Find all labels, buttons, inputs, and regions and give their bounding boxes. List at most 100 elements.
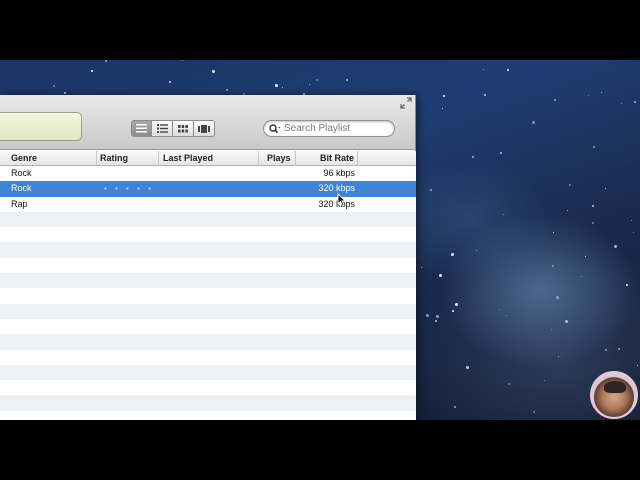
star: [53, 84, 56, 87]
star: [426, 313, 430, 317]
empty-row: [0, 211, 416, 228]
star: [281, 87, 283, 89]
star: [309, 83, 311, 85]
genre-cell: Rock: [11, 168, 32, 178]
lcd-display[interactable]: [0, 112, 82, 141]
star: [580, 275, 582, 277]
star: [169, 80, 172, 83]
column-header-last-played[interactable]: Last Played: [159, 151, 259, 166]
cover-flow-icon: [198, 124, 210, 133]
star: [421, 267, 423, 269]
star: [483, 94, 486, 97]
star: [471, 156, 474, 159]
star: [63, 91, 66, 94]
star: [551, 265, 554, 268]
star: [604, 188, 606, 190]
star: [531, 120, 535, 124]
list-view-button[interactable]: [131, 120, 152, 137]
star: [554, 98, 557, 101]
column-header-genre[interactable]: Genre: [7, 151, 97, 166]
star: [499, 309, 501, 311]
empty-row: [0, 334, 416, 350]
empty-row: [0, 242, 416, 258]
user-avatar: [590, 371, 638, 419]
star: [630, 220, 632, 222]
grid-view-icon: [178, 124, 188, 132]
star: [544, 380, 546, 381]
empty-row: [0, 349, 416, 365]
star: [466, 366, 470, 370]
bit-rate-cell: 96 kbps: [323, 168, 355, 178]
star: [430, 188, 433, 191]
star: [450, 253, 454, 257]
star: [634, 101, 637, 104]
column-header-bit-rate[interactable]: Bit Rate: [296, 151, 358, 166]
empty-row: [0, 380, 416, 396]
star: [591, 221, 594, 224]
track-list: Rock 96 kbps Rock • • • • • 320 kbps Rap…: [0, 166, 416, 427]
star: [500, 151, 503, 154]
empty-row: [0, 318, 416, 335]
star: [506, 68, 509, 71]
star: [181, 60, 183, 61]
star: [618, 347, 621, 350]
column-header-plays[interactable]: Plays: [259, 151, 296, 166]
search-icon: [269, 123, 281, 133]
star: [564, 319, 568, 323]
track-row-selected[interactable]: Rock • • • • • 320 kbps: [0, 181, 416, 197]
grid-view-button[interactable]: [173, 120, 194, 137]
star: [435, 320, 438, 323]
search-input[interactable]: [284, 121, 384, 136]
star: [454, 302, 458, 306]
track-row[interactable]: Rock 96 kbps: [0, 166, 416, 182]
star: [558, 356, 560, 358]
star: [592, 145, 595, 148]
view-mode-segment: [131, 120, 215, 137]
list-view-icon: [136, 124, 147, 133]
star: [453, 406, 456, 409]
star: [605, 348, 608, 351]
star: [585, 256, 587, 258]
star: [567, 209, 568, 211]
star: [636, 365, 638, 367]
star: [588, 94, 590, 96]
star: [503, 214, 505, 216]
star: [507, 382, 510, 385]
empty-row: [0, 273, 416, 289]
empty-row: [0, 227, 416, 243]
star: [345, 78, 348, 81]
letterbox-top: [0, 0, 640, 60]
fullscreen-icon[interactable]: [400, 97, 412, 109]
star: [533, 410, 536, 413]
star: [451, 309, 454, 312]
mouse-cursor-icon: [337, 193, 347, 207]
star: [275, 84, 279, 88]
genre-cell: Rock: [11, 183, 32, 194]
empty-row: [0, 303, 416, 319]
star: [211, 69, 215, 73]
empty-row: [0, 364, 416, 381]
column-header-rating[interactable]: Rating: [96, 151, 159, 166]
star: [632, 232, 634, 234]
star: [482, 68, 484, 70]
star: [443, 95, 446, 98]
star: [620, 103, 622, 105]
album-list-view-button[interactable]: [152, 120, 173, 137]
track-row[interactable]: Rap 320 kbps: [0, 196, 416, 212]
rating-cell[interactable]: • • • • •: [104, 181, 154, 196]
star: [475, 249, 477, 251]
empty-row: [0, 395, 416, 411]
star: [556, 295, 559, 299]
star: [552, 232, 554, 234]
star: [505, 314, 507, 316]
star: [550, 329, 552, 331]
star: [601, 92, 603, 94]
star: [591, 205, 594, 208]
album-list-icon: [156, 124, 168, 133]
cover-flow-view-button[interactable]: [194, 120, 215, 137]
empty-row: [0, 288, 416, 304]
star: [105, 60, 108, 63]
star: [436, 314, 440, 318]
search-field[interactable]: [263, 120, 395, 137]
star: [439, 274, 443, 278]
